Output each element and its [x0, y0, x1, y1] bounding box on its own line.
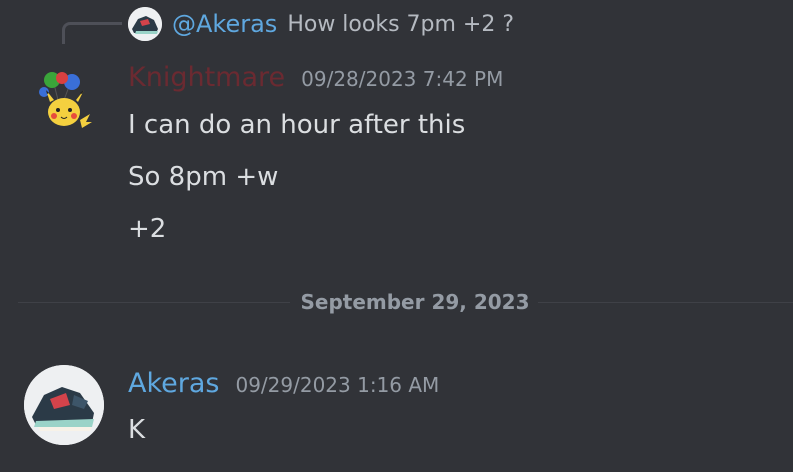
message1-header: Knightmare 09/28/2023 7:42 PM: [128, 62, 503, 93]
reply-reference[interactable]: @Akeras How looks 7pm +2 ?: [128, 6, 514, 42]
reply-mention[interactable]: @Akeras: [172, 10, 277, 38]
chat-root: @Akeras How looks 7pm +2 ? Knightmare 09…: [0, 0, 793, 472]
reply-connector-line: [62, 22, 122, 44]
message2-header: Akeras 09/29/2023 1:16 AM: [128, 368, 439, 399]
message2-timestamp[interactable]: 09/29/2023 1:16 AM: [235, 373, 439, 397]
message1-timestamp[interactable]: 09/28/2023 7:42 PM: [301, 67, 503, 91]
sneaker-avatar-icon[interactable]: [24, 365, 104, 445]
sneaker-avatar-icon[interactable]: [128, 7, 162, 41]
date-divider-label: September 29, 2023: [300, 290, 530, 314]
message1-username[interactable]: Knightmare: [128, 62, 285, 93]
date-divider-line-right: [538, 302, 793, 303]
message1-line-2: So 8pm +w: [128, 162, 279, 192]
message1-line-1: I can do an hour after this: [128, 110, 466, 140]
message1-line-3: +2: [128, 214, 167, 244]
message2-line-1: K: [128, 415, 146, 445]
pikachu-balloons-avatar-icon[interactable]: [34, 70, 96, 132]
message2-username[interactable]: Akeras: [128, 368, 219, 399]
date-divider-line-left: [18, 302, 290, 303]
reply-preview-text[interactable]: How looks 7pm +2 ?: [287, 12, 514, 37]
